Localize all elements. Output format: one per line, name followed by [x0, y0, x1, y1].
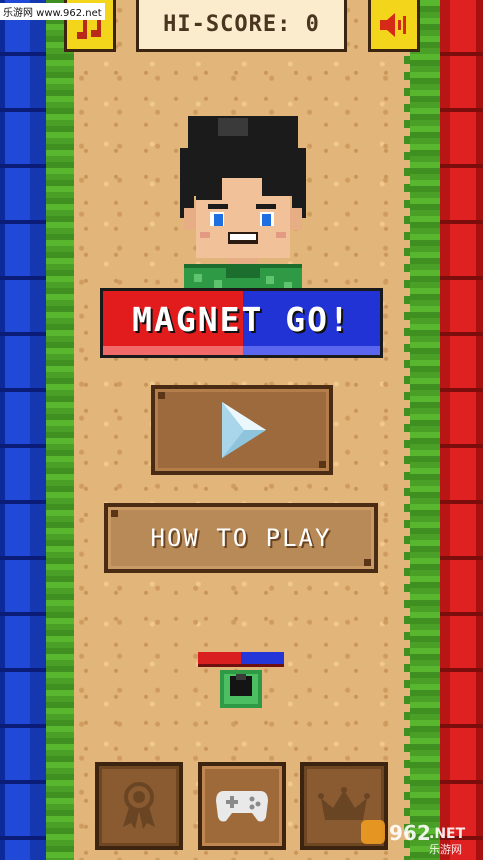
red-wall: [440, 0, 483, 860]
logo-blue-stripe: [243, 346, 380, 355]
games-button[interactable]: [198, 762, 286, 850]
site-watermark-logo: 962 .NET 乐游网: [361, 820, 466, 856]
watermark-text: 乐游网 www.962.net: [0, 3, 105, 20]
game-scene: HI-SCORE: 0 MAGNET GO! HOW TO PLAY 乐游网 w…: [0, 0, 483, 860]
sound-toggle-button[interactable]: [368, 0, 420, 52]
ribbon-award-icon: [123, 782, 155, 829]
speaker-icon: [380, 12, 406, 37]
logo-red-stripe: [103, 346, 243, 355]
gamepad-icon: [216, 791, 268, 822]
hiscore-label: HI-SCORE: 0: [163, 12, 320, 37]
watermark-brand: 962: [389, 821, 431, 845]
magnet-player-sprite: [198, 652, 284, 708]
watermark-suffix: .NET: [429, 826, 466, 842]
hiscore-panel: HI-SCORE: 0: [136, 0, 347, 52]
game-title: MAGNET GO!: [132, 299, 351, 339]
watermark-cn: 乐游网: [429, 843, 462, 856]
how-to-play-button[interactable]: HOW TO PLAY: [104, 503, 378, 573]
game-logo: MAGNET GO!: [100, 288, 383, 358]
blue-wall: [0, 0, 46, 860]
left-grass: [46, 0, 80, 860]
right-grass: [404, 0, 440, 860]
how-to-play-label: HOW TO PLAY: [150, 524, 332, 552]
play-icon: [222, 402, 266, 458]
achievements-button[interactable]: [95, 762, 183, 850]
player-character: [180, 116, 306, 293]
play-button[interactable]: [151, 385, 333, 475]
